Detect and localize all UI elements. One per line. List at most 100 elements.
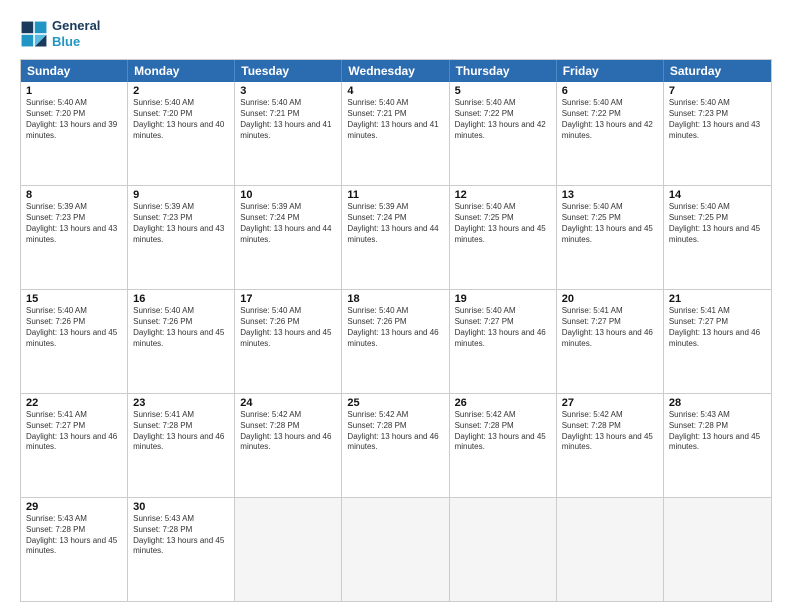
day-number: 4 (347, 85, 443, 97)
page: General Blue SundayMondayTuesdayWednesda… (0, 0, 792, 612)
day-number: 22 (26, 397, 122, 409)
day-number: 26 (455, 397, 551, 409)
day-cell-17: 17Sunrise: 5:40 AM Sunset: 7:26 PM Dayli… (235, 290, 342, 393)
day-info: Sunrise: 5:39 AM Sunset: 7:23 PM Dayligh… (26, 202, 122, 245)
day-cell-2: 2Sunrise: 5:40 AM Sunset: 7:20 PM Daylig… (128, 82, 235, 185)
day-number: 18 (347, 293, 443, 305)
day-cell-28: 28Sunrise: 5:43 AM Sunset: 7:28 PM Dayli… (664, 394, 771, 497)
day-cell-12: 12Sunrise: 5:40 AM Sunset: 7:25 PM Dayli… (450, 186, 557, 289)
calendar-row-3: 15Sunrise: 5:40 AM Sunset: 7:26 PM Dayli… (21, 290, 771, 394)
day-info: Sunrise: 5:41 AM Sunset: 7:27 PM Dayligh… (669, 306, 766, 349)
empty-cell (235, 498, 342, 601)
day-cell-22: 22Sunrise: 5:41 AM Sunset: 7:27 PM Dayli… (21, 394, 128, 497)
weekday-header-saturday: Saturday (664, 60, 771, 82)
calendar: SundayMondayTuesdayWednesdayThursdayFrid… (20, 59, 772, 602)
day-number: 29 (26, 501, 122, 513)
weekday-header-tuesday: Tuesday (235, 60, 342, 82)
day-number: 11 (347, 189, 443, 201)
day-number: 25 (347, 397, 443, 409)
day-number: 30 (133, 501, 229, 513)
calendar-header: SundayMondayTuesdayWednesdayThursdayFrid… (21, 60, 771, 82)
day-number: 28 (669, 397, 766, 409)
day-cell-7: 7Sunrise: 5:40 AM Sunset: 7:23 PM Daylig… (664, 82, 771, 185)
day-cell-25: 25Sunrise: 5:42 AM Sunset: 7:28 PM Dayli… (342, 394, 449, 497)
day-cell-3: 3Sunrise: 5:40 AM Sunset: 7:21 PM Daylig… (235, 82, 342, 185)
calendar-row-4: 22Sunrise: 5:41 AM Sunset: 7:27 PM Dayli… (21, 394, 771, 498)
day-info: Sunrise: 5:40 AM Sunset: 7:20 PM Dayligh… (26, 98, 122, 141)
day-info: Sunrise: 5:40 AM Sunset: 7:25 PM Dayligh… (455, 202, 551, 245)
day-cell-24: 24Sunrise: 5:42 AM Sunset: 7:28 PM Dayli… (235, 394, 342, 497)
weekday-header-monday: Monday (128, 60, 235, 82)
day-cell-10: 10Sunrise: 5:39 AM Sunset: 7:24 PM Dayli… (235, 186, 342, 289)
calendar-row-2: 8Sunrise: 5:39 AM Sunset: 7:23 PM Daylig… (21, 186, 771, 290)
day-cell-26: 26Sunrise: 5:42 AM Sunset: 7:28 PM Dayli… (450, 394, 557, 497)
calendar-body: 1Sunrise: 5:40 AM Sunset: 7:20 PM Daylig… (21, 82, 771, 601)
day-info: Sunrise: 5:40 AM Sunset: 7:26 PM Dayligh… (347, 306, 443, 349)
day-number: 15 (26, 293, 122, 305)
calendar-row-5: 29Sunrise: 5:43 AM Sunset: 7:28 PM Dayli… (21, 498, 771, 601)
day-info: Sunrise: 5:40 AM Sunset: 7:25 PM Dayligh… (562, 202, 658, 245)
logo: General Blue (20, 18, 100, 49)
weekday-header-thursday: Thursday (450, 60, 557, 82)
logo-icon (20, 20, 48, 48)
day-cell-8: 8Sunrise: 5:39 AM Sunset: 7:23 PM Daylig… (21, 186, 128, 289)
day-info: Sunrise: 5:41 AM Sunset: 7:27 PM Dayligh… (26, 410, 122, 453)
day-number: 14 (669, 189, 766, 201)
day-info: Sunrise: 5:41 AM Sunset: 7:27 PM Dayligh… (562, 306, 658, 349)
empty-cell (342, 498, 449, 601)
day-cell-11: 11Sunrise: 5:39 AM Sunset: 7:24 PM Dayli… (342, 186, 449, 289)
day-number: 10 (240, 189, 336, 201)
weekday-header-friday: Friday (557, 60, 664, 82)
day-number: 3 (240, 85, 336, 97)
day-info: Sunrise: 5:42 AM Sunset: 7:28 PM Dayligh… (562, 410, 658, 453)
empty-cell (557, 498, 664, 601)
day-cell-19: 19Sunrise: 5:40 AM Sunset: 7:27 PM Dayli… (450, 290, 557, 393)
day-cell-30: 30Sunrise: 5:43 AM Sunset: 7:28 PM Dayli… (128, 498, 235, 601)
day-info: Sunrise: 5:39 AM Sunset: 7:24 PM Dayligh… (240, 202, 336, 245)
day-number: 2 (133, 85, 229, 97)
day-cell-5: 5Sunrise: 5:40 AM Sunset: 7:22 PM Daylig… (450, 82, 557, 185)
logo-text: General Blue (52, 18, 100, 49)
day-info: Sunrise: 5:40 AM Sunset: 7:21 PM Dayligh… (347, 98, 443, 141)
day-number: 1 (26, 85, 122, 97)
day-info: Sunrise: 5:40 AM Sunset: 7:22 PM Dayligh… (455, 98, 551, 141)
day-info: Sunrise: 5:43 AM Sunset: 7:28 PM Dayligh… (669, 410, 766, 453)
day-number: 27 (562, 397, 658, 409)
day-number: 17 (240, 293, 336, 305)
day-cell-14: 14Sunrise: 5:40 AM Sunset: 7:25 PM Dayli… (664, 186, 771, 289)
day-cell-29: 29Sunrise: 5:43 AM Sunset: 7:28 PM Dayli… (21, 498, 128, 601)
day-number: 6 (562, 85, 658, 97)
day-info: Sunrise: 5:41 AM Sunset: 7:28 PM Dayligh… (133, 410, 229, 453)
empty-cell (450, 498, 557, 601)
day-cell-15: 15Sunrise: 5:40 AM Sunset: 7:26 PM Dayli… (21, 290, 128, 393)
day-cell-4: 4Sunrise: 5:40 AM Sunset: 7:21 PM Daylig… (342, 82, 449, 185)
day-info: Sunrise: 5:43 AM Sunset: 7:28 PM Dayligh… (26, 514, 122, 557)
weekday-header-wednesday: Wednesday (342, 60, 449, 82)
day-number: 23 (133, 397, 229, 409)
day-cell-1: 1Sunrise: 5:40 AM Sunset: 7:20 PM Daylig… (21, 82, 128, 185)
day-cell-21: 21Sunrise: 5:41 AM Sunset: 7:27 PM Dayli… (664, 290, 771, 393)
day-info: Sunrise: 5:42 AM Sunset: 7:28 PM Dayligh… (240, 410, 336, 453)
day-number: 9 (133, 189, 229, 201)
day-cell-20: 20Sunrise: 5:41 AM Sunset: 7:27 PM Dayli… (557, 290, 664, 393)
weekday-header-sunday: Sunday (21, 60, 128, 82)
day-cell-13: 13Sunrise: 5:40 AM Sunset: 7:25 PM Dayli… (557, 186, 664, 289)
day-cell-18: 18Sunrise: 5:40 AM Sunset: 7:26 PM Dayli… (342, 290, 449, 393)
day-number: 21 (669, 293, 766, 305)
day-info: Sunrise: 5:42 AM Sunset: 7:28 PM Dayligh… (455, 410, 551, 453)
day-info: Sunrise: 5:40 AM Sunset: 7:27 PM Dayligh… (455, 306, 551, 349)
day-number: 12 (455, 189, 551, 201)
day-number: 7 (669, 85, 766, 97)
day-info: Sunrise: 5:40 AM Sunset: 7:26 PM Dayligh… (26, 306, 122, 349)
day-cell-6: 6Sunrise: 5:40 AM Sunset: 7:22 PM Daylig… (557, 82, 664, 185)
day-number: 13 (562, 189, 658, 201)
day-number: 19 (455, 293, 551, 305)
day-info: Sunrise: 5:39 AM Sunset: 7:23 PM Dayligh… (133, 202, 229, 245)
day-cell-9: 9Sunrise: 5:39 AM Sunset: 7:23 PM Daylig… (128, 186, 235, 289)
day-info: Sunrise: 5:40 AM Sunset: 7:22 PM Dayligh… (562, 98, 658, 141)
empty-cell (664, 498, 771, 601)
day-number: 24 (240, 397, 336, 409)
day-info: Sunrise: 5:40 AM Sunset: 7:21 PM Dayligh… (240, 98, 336, 141)
header: General Blue (20, 18, 772, 49)
day-info: Sunrise: 5:40 AM Sunset: 7:26 PM Dayligh… (133, 306, 229, 349)
